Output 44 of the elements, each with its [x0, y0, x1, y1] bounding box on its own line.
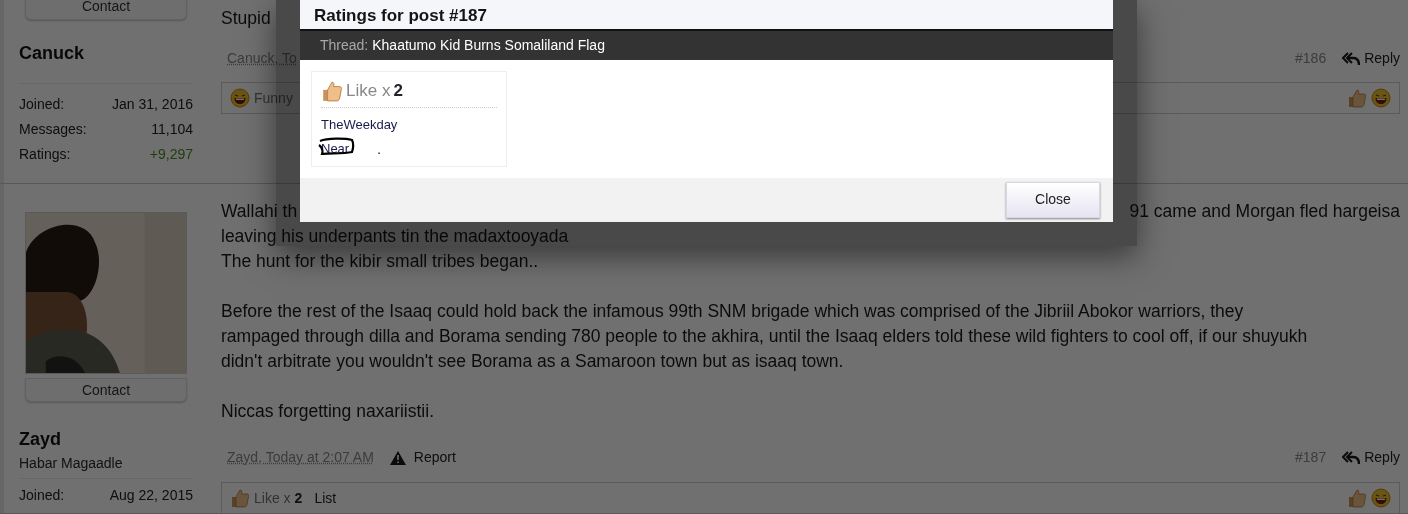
post-text: 91 came and Morgan fled hargeisa	[1129, 200, 1400, 223]
rating-label: Like x	[254, 488, 291, 508]
warning-icon	[389, 450, 406, 465]
stat-value: 11,104	[151, 120, 193, 139]
user-title: Habar Magaadle	[19, 454, 124, 473]
reply-link[interactable]: Reply	[1364, 48, 1400, 69]
rating-label: Funny	[254, 88, 293, 108]
stat-value: Jan 31, 2016	[112, 95, 193, 114]
note-text: .	[376, 140, 381, 159]
post-text: Wallahi th	[221, 200, 298, 223]
stat-value: Aug 22, 2015	[109, 486, 193, 505]
contact-button[interactable]: Contact	[25, 0, 187, 20]
post-text: leaving his underpants tin the madaxtooyada The hunt for the kibir small tribes began..	[221, 225, 569, 273]
thumbs-up-icon	[321, 79, 343, 102]
laughing-face-icon	[230, 88, 250, 108]
reply-icon	[1342, 51, 1361, 66]
stat-label: Joined:	[19, 95, 65, 114]
modal-title: Ratings for post #187	[300, 0, 1113, 31]
user-name[interactable]: Zayd	[19, 426, 61, 453]
close-button[interactable]: Close	[1006, 181, 1100, 218]
user-link[interactable]: TheWeekday	[321, 116, 398, 132]
thread-label: Thread:	[320, 36, 369, 56]
list-link[interactable]: List	[314, 487, 337, 509]
rating-label: Like x	[346, 80, 391, 103]
user-name[interactable]: Canuck	[19, 40, 85, 67]
post-text: Before the rest of the Isaaq could hold back the infamous 99th SNM brigade which was comprised of the Jibriil Abokor warriors, they rampaged through dilla and Borama sending 780 people to the akhira, until the Isaaq elders told these wild fighters to cool off, if our shuyukh didn't arbitrate you wouldn't see Borama as a Samaroon town but as isaaq town.	[221, 300, 1308, 373]
contact-button[interactable]: Contact	[25, 378, 187, 402]
laughing-face-icon	[1371, 88, 1391, 108]
report-link[interactable]: Report	[413, 447, 456, 468]
reply-icon	[1342, 450, 1361, 465]
reply-link[interactable]: Reply	[1364, 447, 1400, 468]
rating-count: 2	[294, 488, 303, 508]
laughing-face-icon	[1371, 488, 1391, 508]
stat-label: Messages:	[19, 120, 87, 139]
post-text: Niccas forgetting naxariistii.	[221, 400, 434, 423]
rating-count: 2	[393, 80, 403, 103]
stat-label: Ratings:	[19, 145, 71, 164]
thumbs-up-icon	[1347, 488, 1367, 508]
thumbs-up-icon	[230, 488, 250, 508]
stat-value: +9,297	[149, 145, 193, 164]
thumbs-up-icon	[1347, 88, 1367, 108]
post-text: Stupid	[221, 7, 271, 30]
stat-label: Joined:	[19, 486, 65, 505]
thread-title[interactable]: Khaatumo Kid Burns Somaliland Flag	[372, 35, 605, 57]
